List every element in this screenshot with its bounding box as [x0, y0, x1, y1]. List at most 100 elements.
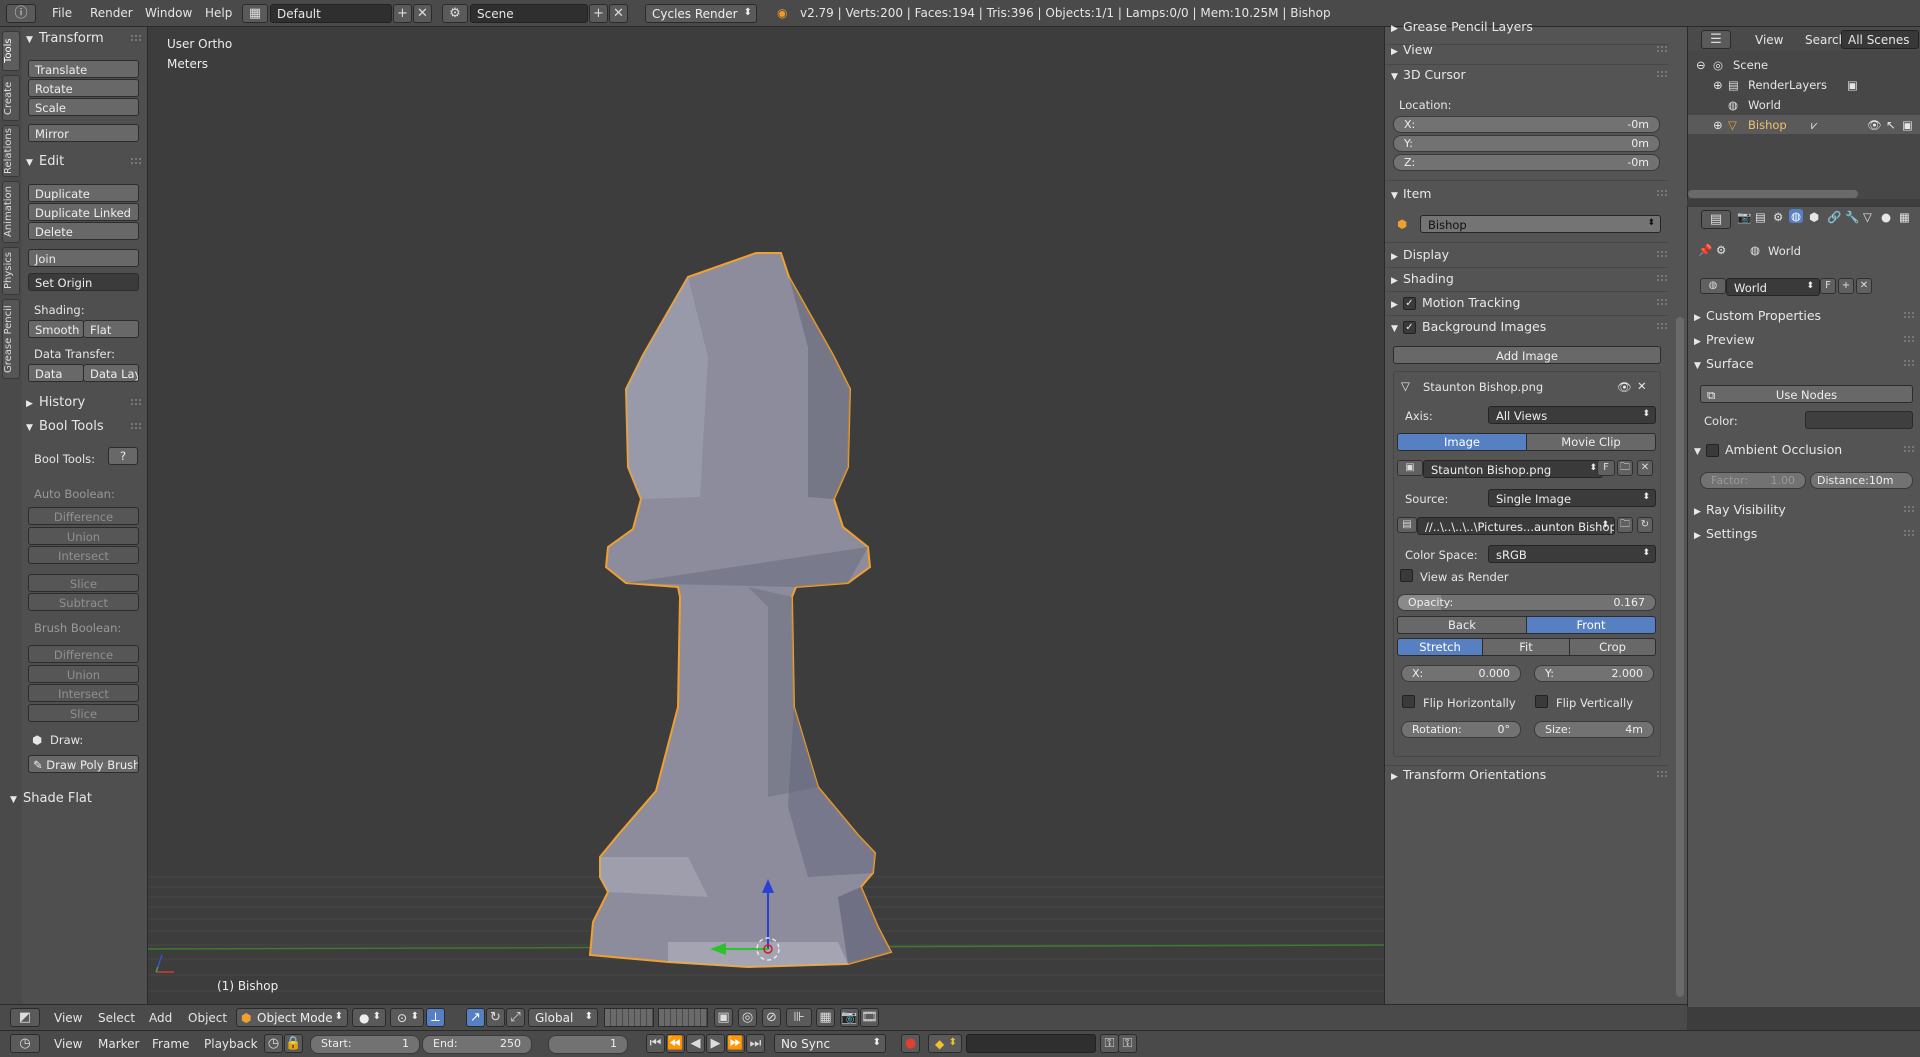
layer-buttons[interactable] [604, 1008, 654, 1027]
panel-grease-pencil-layers-header[interactable]: ▶ Grease Pencil Layers [1391, 19, 1533, 34]
tab-create[interactable]: Create [2, 75, 20, 121]
panel-shading-header[interactable]: ▶ Shading [1391, 271, 1454, 286]
panel-item-header[interactable]: ▼ Item [1391, 186, 1431, 201]
menu-help[interactable]: Help [205, 6, 232, 20]
constraints-tab-icon[interactable]: 🔗 [1827, 210, 1841, 224]
front-button[interactable]: Front [1526, 616, 1656, 634]
panel-edit-header[interactable]: ▼ Edit [26, 154, 64, 169]
grip-icon[interactable] [131, 158, 141, 164]
editor-type-3dview-icon[interactable]: ◩ [10, 1008, 40, 1027]
mirror-button[interactable]: Mirror [28, 124, 139, 142]
snap-element-icon[interactable]: ⊪ [786, 1008, 812, 1027]
selectable-cursor-icon[interactable]: ↖ [1886, 118, 1896, 132]
pivot-point-dropdown[interactable]: ⊙ [390, 1008, 424, 1027]
modifiers-tab-icon[interactable]: 🔧 [1845, 210, 1859, 224]
color-space-dropdown[interactable]: sRGB [1488, 545, 1656, 563]
scale-button[interactable]: Scale [28, 98, 139, 116]
grip-icon[interactable] [131, 35, 141, 41]
menu-view[interactable]: View [54, 1011, 82, 1025]
object-name-field[interactable]: Bishop [1420, 215, 1661, 233]
source-dropdown[interactable]: Single Image [1488, 489, 1656, 507]
auto-subtract-button[interactable]: Subtract [28, 593, 139, 611]
scene-icon[interactable]: ⚙ [442, 4, 468, 23]
menu-view[interactable]: View [54, 1037, 82, 1051]
panel-display-header[interactable]: ▶ Display [1391, 247, 1449, 262]
grip-icon[interactable] [131, 423, 141, 429]
menu-select[interactable]: Select [98, 1011, 135, 1025]
image-name-field[interactable]: Staunton Bishop.png [1423, 460, 1603, 478]
brush-intersect-button[interactable]: Intersect [28, 684, 139, 702]
scene-field[interactable]: Scene [470, 4, 588, 23]
screen-layout-field[interactable]: Default [270, 4, 392, 23]
visibility-eye-icon[interactable]: 👁 [1867, 118, 1882, 132]
delete-scene-button[interactable]: ✕ [609, 4, 628, 23]
tab-tools[interactable]: Tools [2, 31, 20, 71]
expand-icon[interactable]: ⊕ [1713, 118, 1723, 132]
jump-start-icon[interactable]: ⏮ [646, 1034, 665, 1053]
panel-custom-properties-header[interactable]: ▶ Custom Properties [1694, 308, 1821, 323]
auto-difference-button[interactable]: Difference [28, 507, 139, 525]
close-icon[interactable]: ✕ [1637, 379, 1647, 393]
tab-animation[interactable]: Animation [2, 181, 20, 243]
panel-transform-header[interactable]: ▼ Transform [26, 31, 104, 46]
outliner-item-world[interactable]: World [1748, 98, 1781, 112]
panel-surface-header[interactable]: ▼ Surface [1694, 356, 1754, 371]
translate-button[interactable]: Translate [28, 60, 139, 78]
translate-manipulator-icon[interactable]: ↗ [466, 1008, 485, 1027]
brush-difference-button[interactable]: Difference [28, 645, 139, 663]
jump-keyframe-back-icon[interactable]: ⏪ [666, 1034, 685, 1053]
tab-image[interactable]: Image [1397, 433, 1527, 451]
menu-marker[interactable]: Marker [98, 1037, 139, 1051]
render-image-icon[interactable]: 📷 [840, 1008, 859, 1027]
render-animation-icon[interactable]: 🎞 [860, 1008, 879, 1027]
active-keying-set-field[interactable] [966, 1034, 1096, 1053]
data-button[interactable]: Data [28, 364, 84, 382]
object-tab-icon[interactable]: ⬢ [1809, 210, 1819, 224]
open-folder-icon[interactable]: 🗀 [1617, 460, 1633, 476]
fit-button[interactable]: Fit [1482, 638, 1570, 656]
delete-button[interactable]: Delete [28, 222, 139, 240]
image-path-field[interactable]: //..\..\..\..\Pictures...aunton Bishop.p… [1417, 517, 1615, 535]
jump-keyframe-forward-icon[interactable]: ⏩ [726, 1034, 745, 1053]
panel-3d-cursor-header[interactable]: ▼ 3D Cursor [1391, 67, 1466, 82]
menu-render[interactable]: Render [90, 6, 133, 20]
editor-type-outliner-icon[interactable]: ☰ [1701, 30, 1731, 49]
cursor-x-field[interactable]: X: -0m [1393, 116, 1660, 133]
duplicate-linked-button[interactable]: Duplicate Linked [28, 203, 139, 221]
menu-add[interactable]: Add [149, 1011, 172, 1025]
rotation-field[interactable]: Rotation: 0° [1401, 721, 1521, 738]
world-browse-icon[interactable]: ◍ [1700, 278, 1726, 294]
add-scene-button[interactable]: + [589, 4, 608, 23]
flat-button[interactable]: Flat [83, 320, 139, 338]
back-button[interactable]: Back [1397, 616, 1527, 634]
panel-ray-visibility-header[interactable]: ▶ Ray Visibility [1694, 502, 1786, 517]
panel-preview-header[interactable]: ▶ Preview [1694, 332, 1755, 347]
size-field[interactable]: Size: 4m [1534, 721, 1654, 738]
pin-icon[interactable]: 📌 [1698, 243, 1712, 257]
outliner-item-bishop[interactable]: Bishop [1748, 118, 1787, 132]
grip-icon[interactable] [1657, 251, 1667, 257]
grip-icon[interactable] [131, 399, 141, 405]
transform-orientation-dropdown[interactable]: Global [528, 1008, 598, 1027]
render-layers-tab-icon[interactable]: ▤ [1755, 210, 1766, 224]
grip-icon[interactable] [1657, 771, 1667, 777]
grip-icon[interactable] [1904, 360, 1914, 366]
lock-frame-icon[interactable]: 🔒 [284, 1034, 303, 1053]
snap-toggle-icon[interactable]: ⊘ [762, 1008, 781, 1027]
expand-arrow-icon[interactable]: ▽ [1401, 379, 1410, 393]
panel-motion-tracking-header[interactable]: ▶ ✓ Motion Tracking [1391, 295, 1520, 310]
preview-range-icon[interactable]: ◷ [264, 1034, 283, 1053]
crop-button[interactable]: Crop [1569, 638, 1656, 656]
reload-icon[interactable]: ↻ [1637, 517, 1653, 533]
editor-type-info-button[interactable]: ⓘ [6, 4, 36, 23]
ao-factor-field[interactable]: Factor: 1.00 [1700, 472, 1806, 489]
panel-ambient-occlusion-header[interactable]: ▼ Ambient Occlusion [1694, 442, 1842, 457]
smooth-button[interactable]: Smooth [28, 320, 84, 338]
grip-icon[interactable] [1657, 190, 1667, 196]
jump-end-icon[interactable]: ⏭ [746, 1034, 765, 1053]
motion-tracking-checkbox[interactable]: ✓ [1403, 297, 1416, 310]
help-icon[interactable]: ? [108, 447, 138, 465]
menu-window[interactable]: Window [145, 6, 192, 20]
play-reverse-icon[interactable]: ◀ [686, 1034, 705, 1053]
editor-type-properties-icon[interactable]: ▤ [1701, 210, 1731, 229]
